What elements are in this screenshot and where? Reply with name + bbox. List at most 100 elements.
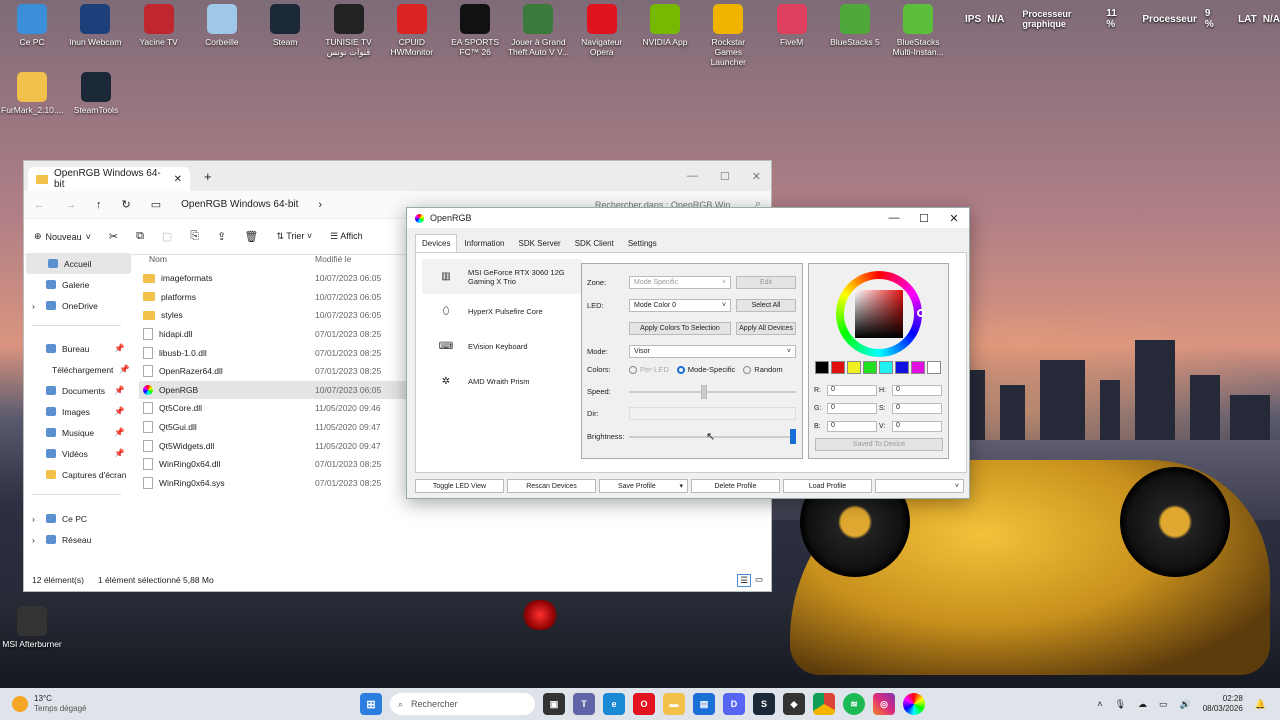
minimize-icon[interactable]: —: [879, 208, 909, 228]
color-swatch[interactable]: [895, 361, 909, 374]
chrome-icon[interactable]: [813, 693, 835, 715]
dir-select[interactable]: [629, 407, 796, 420]
sidebar-item[interactable]: Musique 📌: [24, 422, 129, 443]
chevron-up-icon[interactable]: ˄: [1097, 699, 1102, 709]
apply-all-button[interactable]: Apply All Devices: [736, 322, 796, 335]
brightness-slider-handle[interactable]: [790, 429, 796, 444]
desktop-icon[interactable]: CPUID HWMonitor: [381, 4, 443, 57]
col-name-header[interactable]: Nom: [139, 254, 315, 264]
desktop-icon[interactable]: Corbeille: [191, 4, 253, 47]
mic-icon[interactable]: 🎙: [1115, 699, 1126, 710]
sidebar-item[interactable]: Bureau 📌: [24, 338, 129, 359]
tiles-view-icon[interactable]: ▭: [755, 574, 763, 587]
color-wheel[interactable]: [836, 271, 925, 357]
tab-sdk-client[interactable]: SDK Client: [568, 234, 621, 253]
close-tab-icon[interactable]: ✕: [174, 174, 182, 185]
desktop-icon[interactable]: Inun Webcam: [64, 4, 126, 47]
share-icon[interactable]: ⇪: [217, 230, 226, 243]
color-swatch[interactable]: [863, 361, 877, 374]
teams-icon[interactable]: T: [573, 693, 595, 715]
desktop-icon[interactable]: Yacine TV: [128, 4, 190, 47]
expand-chevron-icon[interactable]: ›: [32, 301, 35, 311]
sidebar-item[interactable]: Accueil: [26, 253, 131, 274]
desktop-icon[interactable]: BlueStacks 5: [824, 4, 886, 47]
zone-select[interactable]: Mode Specific ˅: [629, 276, 731, 289]
copy-icon[interactable]: ⧉: [136, 230, 144, 243]
desktop-icon[interactable]: Navigateur Opera: [571, 4, 633, 57]
desktop-icon[interactable]: Steam: [254, 4, 316, 47]
save-profile-button[interactable]: Save Profile ▾: [599, 479, 688, 493]
caret-down-icon[interactable]: ▾: [679, 482, 683, 490]
color-swatch[interactable]: [847, 361, 861, 374]
close-icon[interactable]: ✕: [939, 208, 969, 228]
new-tab-icon[interactable]: +: [204, 169, 212, 184]
spotify-icon[interactable]: ≋: [843, 693, 865, 715]
desktop-icon[interactable]: Jouer à Grand Theft Auto V V...: [507, 4, 569, 57]
mode-specific-radio[interactable]: Mode-Specific: [676, 365, 735, 375]
led-select[interactable]: Mode Color 0 ˅: [629, 299, 731, 312]
saturation-value-square[interactable]: [855, 290, 903, 338]
random-radio[interactable]: Random: [743, 365, 783, 375]
desktop-icon[interactable]: TUNISIE TV قنوات تونس: [318, 4, 380, 57]
expand-chevron-icon[interactable]: ›: [32, 514, 35, 524]
select-all-button[interactable]: Select All: [736, 299, 796, 312]
sidebar-item[interactable]: Téléchargement 📌: [24, 359, 130, 380]
apply-selection-button[interactable]: Apply Colors To Selection: [629, 322, 731, 335]
up-icon[interactable]: ↑: [96, 199, 102, 211]
store-icon[interactable]: ▤: [693, 693, 715, 715]
desktop-icon[interactable]: Ce PC: [1, 4, 63, 47]
epic-icon[interactable]: ◆: [783, 693, 805, 715]
openrgb-taskbar-icon[interactable]: [903, 693, 925, 715]
device-item[interactable]: ⬯ HyperX Pulsefire Core: [422, 294, 582, 329]
file-explorer-icon[interactable]: ▬: [663, 693, 685, 715]
profile-select[interactable]: ˅: [875, 479, 964, 493]
hue-handle-icon[interactable]: [917, 309, 925, 317]
sidebar-item[interactable]: Vidéos 📌: [24, 443, 129, 464]
discord-icon[interactable]: D: [723, 693, 745, 715]
edge-icon[interactable]: e: [603, 693, 625, 715]
device-item[interactable]: ⌨ EVision Keyboard: [422, 329, 582, 364]
close-icon[interactable]: ✕: [752, 170, 761, 183]
b-spinbox[interactable]: 0: [827, 421, 877, 432]
network-icon[interactable]: ▭: [1159, 699, 1168, 710]
rename-icon[interactable]: ⎘: [190, 230, 199, 243]
sidebar-item[interactable]: Galerie: [24, 274, 129, 295]
back-icon[interactable]: ←: [34, 199, 45, 211]
color-swatch[interactable]: [879, 361, 893, 374]
color-swatch[interactable]: [911, 361, 925, 374]
taskbar-search[interactable]: ⌕ Rechercher: [390, 693, 535, 715]
desktop-icon[interactable]: SteamTools: [65, 72, 127, 115]
start-icon[interactable]: ⊞: [360, 693, 382, 715]
sidebar-item[interactable]: Captures d'écran: [24, 464, 129, 485]
s-spinbox[interactable]: 0: [892, 403, 942, 414]
forward-icon[interactable]: →: [65, 199, 76, 211]
saved-to-device-button[interactable]: Saved To Device: [815, 438, 943, 451]
breadcrumb-chevron-icon[interactable]: ›: [318, 199, 322, 211]
desktop-icon[interactable]: Rockstar Games Launcher: [697, 4, 759, 67]
load-profile-button[interactable]: Load Profile: [783, 479, 872, 493]
sidebar-item[interactable]: › Réseau: [24, 529, 129, 550]
expand-chevron-icon[interactable]: ›: [32, 535, 35, 545]
toggle-led-view-button[interactable]: Toggle LED View: [415, 479, 504, 493]
desktop-icon[interactable]: FurMark_2.10....: [1, 72, 63, 115]
desktop-icon[interactable]: EA SPORTS FC™ 26: [444, 4, 506, 57]
maximize-icon[interactable]: ☐: [909, 208, 939, 228]
color-swatch[interactable]: [815, 361, 829, 374]
rescan-devices-button[interactable]: Rescan Devices: [507, 479, 596, 493]
speed-slider-handle[interactable]: [701, 385, 708, 399]
cut-icon[interactable]: ✂: [109, 230, 118, 243]
tab-devices[interactable]: Devices: [415, 234, 458, 253]
g-spinbox[interactable]: 0: [827, 403, 877, 414]
sidebar-item[interactable]: Documents 📌: [24, 380, 129, 401]
tab-sdk-server[interactable]: SDK Server: [511, 234, 567, 253]
sidebar-item[interactable]: Images 📌: [24, 401, 129, 422]
sort-button[interactable]: ⇅ Trier ˅: [276, 231, 312, 242]
v-spinbox[interactable]: 0: [892, 421, 942, 432]
opera-icon[interactable]: O: [633, 693, 655, 715]
refresh-icon[interactable]: ↻: [122, 198, 131, 211]
details-view-icon[interactable]: ☰: [737, 573, 751, 587]
tab-information[interactable]: Information: [457, 234, 511, 253]
device-item[interactable]: ✲ AMD Wraith Prism: [422, 364, 582, 399]
breadcrumb[interactable]: OpenRGB Windows 64-bit: [181, 199, 298, 210]
color-swatch[interactable]: [831, 361, 845, 374]
